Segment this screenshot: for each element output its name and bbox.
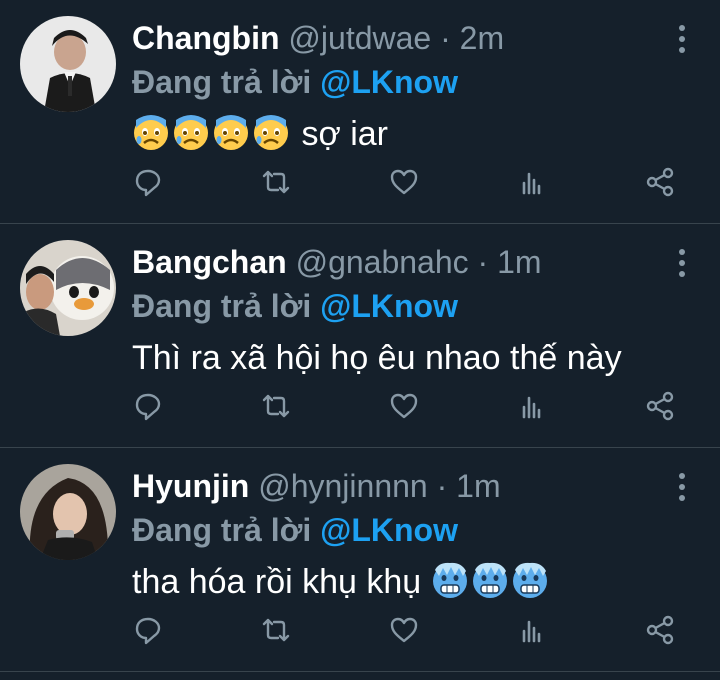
mention-link[interactable]: @LKnow <box>320 512 458 548</box>
reply-prefix: Đang trả lời <box>132 288 312 324</box>
action-bar <box>132 384 692 428</box>
reply-prefix: Đang trả lời <box>132 64 312 100</box>
separator-dot: · <box>477 244 489 280</box>
action-bar <box>132 160 692 204</box>
anxious-face-icon <box>174 115 208 150</box>
user-handle[interactable]: @hynjinnnn <box>258 468 427 504</box>
tweet-header: Hyunjin @hynjinnnn · 1m <box>132 466 660 506</box>
cold-face-icon <box>472 562 507 598</box>
tweet[interactable]: Bangchan @gnabnahc · 1m Đang trả lời @LK… <box>0 224 720 448</box>
retweet-icon[interactable] <box>260 166 292 198</box>
tweet[interactable]: Changbin @jutdwae · 2m Đang trả lời @LKn… <box>0 0 720 224</box>
user-handle[interactable]: @gnabnahc <box>296 244 469 280</box>
tweet-text-content: sợ iar <box>301 115 388 153</box>
tweet-text: tha hóa rồi khụ khụ <box>132 560 551 604</box>
display-name[interactable]: Hyunjin <box>132 468 249 504</box>
analytics-icon[interactable] <box>516 166 548 198</box>
anxious-face-icon <box>214 115 248 150</box>
avatar[interactable] <box>20 16 116 112</box>
reply-context: Đang trả lời @LKnow <box>132 510 458 550</box>
reply-context: Đang trả lời @LKnow <box>132 286 458 326</box>
anxious-face-icon <box>254 115 288 150</box>
reply-prefix: Đang trả lời <box>132 512 312 548</box>
anxious-face-icon <box>134 115 168 150</box>
more-options-icon[interactable] <box>678 472 686 502</box>
timestamp[interactable]: 2m <box>460 20 504 56</box>
like-icon[interactable] <box>388 166 420 198</box>
analytics-icon[interactable] <box>516 614 548 646</box>
display-name[interactable]: Bangchan <box>132 244 287 280</box>
tweet-text: sợ iar <box>132 112 388 156</box>
reply-icon[interactable] <box>132 166 164 198</box>
retweet-icon[interactable] <box>260 390 292 422</box>
cold-face-icon <box>512 562 547 598</box>
tweet-text: Thì ra xã hội họ êu nhao thế này <box>132 336 622 380</box>
tweet-header: Bangchan @gnabnahc · 1m <box>132 242 660 282</box>
tweet-header: Changbin @jutdwae · 2m <box>132 18 660 58</box>
separator-dot: · <box>440 20 451 56</box>
display-name[interactable]: Changbin <box>132 20 280 56</box>
avatar[interactable] <box>20 464 116 560</box>
action-bar <box>132 608 692 652</box>
more-options-icon[interactable] <box>678 248 686 278</box>
share-icon[interactable] <box>644 166 676 198</box>
reply-icon[interactable] <box>132 614 164 646</box>
tweet-text-content: tha hóa rồi khụ khụ <box>132 563 422 601</box>
reply-context: Đang trả lời @LKnow <box>132 62 458 102</box>
tweet-text-content: Thì ra xã hội họ êu nhao thế này <box>132 339 622 377</box>
avatar[interactable] <box>20 240 116 336</box>
timestamp[interactable]: 1m <box>456 468 500 504</box>
share-icon[interactable] <box>644 390 676 422</box>
user-handle[interactable]: @jutdwae <box>288 20 431 56</box>
reply-icon[interactable] <box>132 390 164 422</box>
like-icon[interactable] <box>388 614 420 646</box>
timestamp[interactable]: 1m <box>497 244 541 280</box>
analytics-icon[interactable] <box>516 390 548 422</box>
mention-link[interactable]: @LKnow <box>320 288 458 324</box>
share-icon[interactable] <box>644 614 676 646</box>
separator-dot: · <box>436 468 448 504</box>
more-options-icon[interactable] <box>678 24 686 54</box>
tweet[interactable]: Hyunjin @hynjinnnn · 1m Đang trả lời @LK… <box>0 448 720 672</box>
like-icon[interactable] <box>388 390 420 422</box>
mention-link[interactable]: @LKnow <box>320 64 458 100</box>
cold-face-icon <box>432 562 467 598</box>
retweet-icon[interactable] <box>260 614 292 646</box>
